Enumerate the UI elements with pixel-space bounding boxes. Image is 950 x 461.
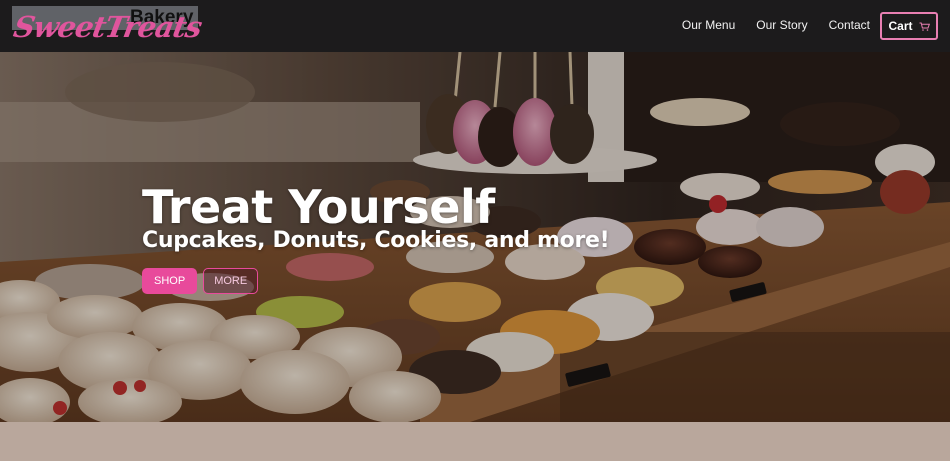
content-section-top: [0, 422, 950, 461]
brand-script-name: SweetTreats: [11, 10, 204, 44]
nav-link-our-menu[interactable]: Our Menu: [682, 18, 735, 32]
more-button[interactable]: MORE: [203, 268, 259, 294]
hero-title: Treat Yourself: [142, 180, 495, 234]
hero-section: Treat Yourself Cupcakes, Donuts, Cookies…: [0, 52, 950, 422]
top-navbar: Bakery SweetTreats Our Menu Our Story Co…: [0, 0, 950, 52]
hero-subtitle: Cupcakes, Donuts, Cookies, and more!: [142, 228, 610, 253]
nav-link-contact[interactable]: Contact: [829, 18, 870, 32]
nav-link-our-story[interactable]: Our Story: [756, 18, 807, 32]
hero-buttons: SHOP MORE: [142, 268, 259, 294]
brand-logo[interactable]: Bakery SweetTreats: [11, 6, 204, 44]
shop-button[interactable]: SHOP: [142, 268, 198, 294]
cart-icon: [919, 22, 930, 31]
cart-label: Cart: [888, 19, 913, 33]
cart-button[interactable]: Cart: [880, 12, 938, 40]
nav-links: Our Menu Our Story Contact: [682, 18, 870, 32]
